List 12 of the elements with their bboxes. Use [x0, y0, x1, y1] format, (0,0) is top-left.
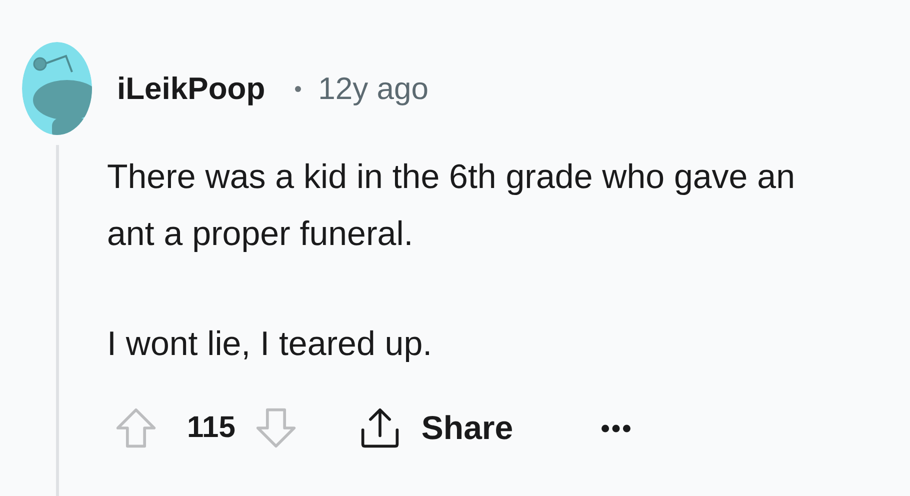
more-options-icon[interactable]: [601, 424, 632, 432]
separator-dot: [295, 86, 302, 92]
vote-count: 115: [187, 411, 236, 445]
upvote-icon[interactable]: [115, 407, 157, 449]
share-button[interactable]: Share: [359, 407, 514, 449]
timestamp: 12y ago: [318, 70, 428, 106]
downvote-icon[interactable]: [255, 407, 298, 449]
username[interactable]: iLeikPoop: [117, 70, 266, 106]
comment-text: There was a kid in the 6th grade who gave an ant a proper funeral.: [107, 157, 796, 255]
comment-text: I wont lie, I teared up.: [107, 324, 434, 365]
share-icon: [359, 407, 402, 449]
avatar-icon: [22, 42, 92, 135]
